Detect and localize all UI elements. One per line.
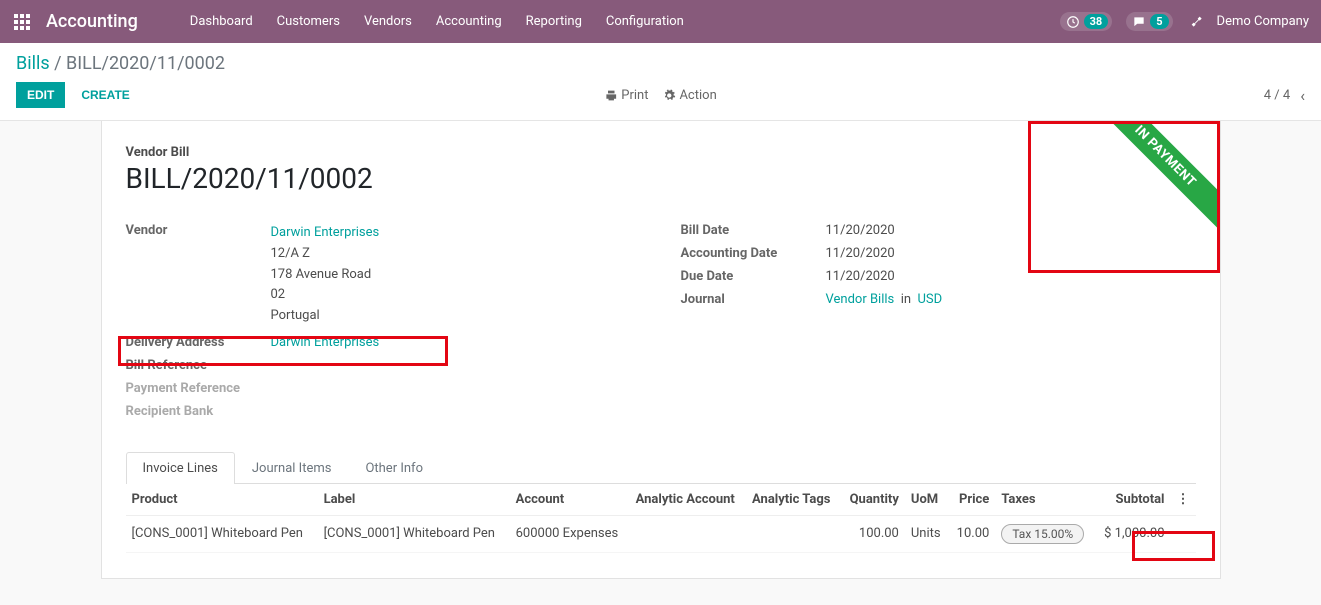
action-center: Print Action [604,88,717,103]
cell-taxes: Tax 15.00% [995,515,1094,552]
header-right: 38 5 Demo Company [1060,12,1309,31]
currency-link[interactable]: USD [918,292,943,307]
col-analytic-tags[interactable]: Analytic Tags [746,484,841,516]
form-sheet: IN PAYMENT Vendor Bill BILL/2020/11/0002… [101,121,1221,579]
vendor-addr-line2: 178 Avenue Road [271,267,372,282]
col-account[interactable]: Account [510,484,630,516]
recipient-bank-label: Recipient Bank [126,404,271,419]
cell-price: 10.00 [949,515,996,552]
acct-date-label: Accounting Date [681,246,826,261]
action-label: Action [679,88,716,103]
table-row[interactable]: [CONS_0001] Whiteboard Pen [CONS_0001] W… [126,515,1196,552]
debug-icon[interactable] [1187,14,1203,30]
journal-link[interactable]: Vendor Bills [826,292,895,307]
print-label: Print [621,88,648,103]
delivery-label: Delivery Address [126,335,271,350]
doc-title: BILL/2020/11/0002 [126,162,1196,195]
action-bar: EDIT CREATE Print Action 4 / 4 ‹ [0,76,1321,121]
vendor-addr-line4: Portugal [271,308,320,323]
print-icon [604,89,617,102]
vendor-label: Vendor [126,223,271,327]
pager-prev-icon[interactable]: ‹ [1300,86,1305,105]
pager: 4 / 4 ‹ [1264,86,1305,105]
vendor-addr-line1: 12/A Z [271,246,310,261]
nav-dashboard[interactable]: Dashboard [178,0,265,43]
col-uom[interactable]: UoM [905,484,949,516]
delivery-link[interactable]: Darwin Enterprises [271,335,380,350]
main-header: Accounting Dashboard Customers Vendors A… [0,0,1321,43]
nav-accounting[interactable]: Accounting [424,0,514,43]
breadcrumb: Bills / BILL/2020/11/0002 [16,53,1305,74]
action-button[interactable]: Action [662,88,716,103]
vendor-link[interactable]: Darwin Enterprises [271,225,380,240]
pay-ref-label: Payment Reference [126,381,271,396]
chat-icon [1132,15,1146,29]
bill-date-value: 11/20/2020 [826,223,1196,238]
nav-vendors[interactable]: Vendors [352,0,424,43]
cell-label: [CONS_0001] Whiteboard Pen [318,515,510,552]
messages-count: 5 [1150,14,1168,29]
cell-quantity: 100.00 [841,515,905,552]
acct-date-value: 11/20/2020 [826,246,1196,261]
tab-journal-items[interactable]: Journal Items [235,452,349,484]
cell-uom: Units [905,515,949,552]
edit-button[interactable]: EDIT [16,82,65,108]
bill-ref-value [271,358,641,373]
cell-product: [CONS_0001] Whiteboard Pen [126,515,318,552]
nav-configuration[interactable]: Configuration [594,0,696,43]
col-taxes[interactable]: Taxes [995,484,1094,516]
gear-icon [662,89,675,102]
col-price[interactable]: Price [949,484,996,516]
breadcrumb-sep: / [54,53,66,74]
col-options-icon[interactable]: ⋮ [1171,484,1196,516]
create-button[interactable]: CREATE [73,83,137,107]
col-analytic-account[interactable]: Analytic Account [630,484,746,516]
breadcrumb-current: BILL/2020/11/0002 [66,53,225,74]
tabs: Invoice Lines Journal Items Other Info [126,451,1196,484]
bill-ref-label: Bill Reference [126,358,271,373]
nav-customers[interactable]: Customers [265,0,352,43]
company-name[interactable]: Demo Company [1217,14,1309,29]
cell-analytic-account [630,515,746,552]
vendor-addr-line3: 02 [271,287,286,302]
breadcrumb-root[interactable]: Bills [16,53,50,74]
col-label[interactable]: Label [318,484,510,516]
journal-label: Journal [681,292,826,307]
breadcrumb-bar: Bills / BILL/2020/11/0002 [0,43,1321,76]
cell-subtotal: $ 1,000.00 [1095,515,1171,552]
tax-badge: Tax 15.00% [1001,524,1084,544]
apps-icon[interactable] [8,8,36,36]
invoice-lines-table: Product Label Account Analytic Account A… [126,484,1196,553]
app-brand[interactable]: Accounting [46,11,138,32]
activity-indicator[interactable]: 38 [1060,12,1113,31]
print-button[interactable]: Print [604,88,648,103]
recipient-bank-value [271,404,641,419]
nav-menu: Dashboard Customers Vendors Accounting R… [178,0,696,43]
pay-ref-value [271,381,641,396]
clock-icon [1066,15,1080,29]
col-quantity[interactable]: Quantity [841,484,905,516]
bill-date-label: Bill Date [681,223,826,238]
activity-count: 38 [1084,14,1109,29]
journal-in: in [901,292,911,307]
row-kebab-icon[interactable] [1171,515,1196,552]
pager-position: 4 / 4 [1264,88,1290,103]
cell-analytic-tags [746,515,841,552]
due-date-label: Due Date [681,269,826,284]
tab-invoice-lines[interactable]: Invoice Lines [126,452,235,484]
nav-reporting[interactable]: Reporting [514,0,594,43]
col-subtotal[interactable]: Subtotal [1095,484,1171,516]
tab-other-info[interactable]: Other Info [348,452,440,484]
col-product[interactable]: Product [126,484,318,516]
due-date-value: 11/20/2020 [826,269,1196,284]
messages-indicator[interactable]: 5 [1126,12,1172,31]
cell-account: 600000 Expenses [510,515,630,552]
doc-type-label: Vendor Bill [126,145,1196,160]
